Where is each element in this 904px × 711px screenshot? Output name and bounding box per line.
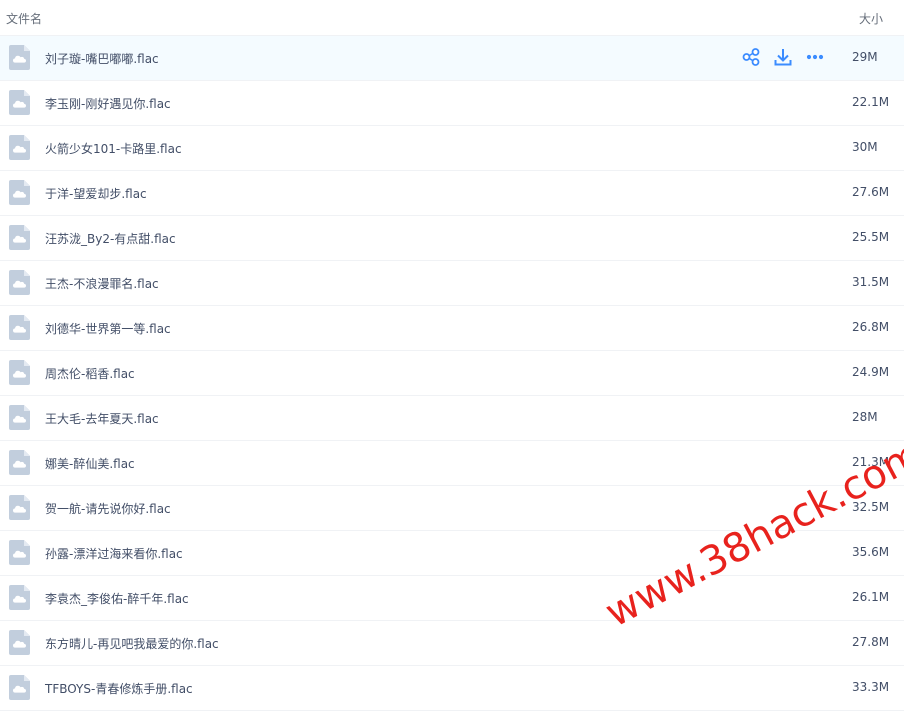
file-cloud-icon xyxy=(9,225,30,250)
file-cloud-icon xyxy=(9,675,30,700)
file-row[interactable]: 李袁杰_李俊佑-醉千年.flac 26.1M xyxy=(0,576,904,621)
file-name[interactable]: 于洋-望爱却步.flac xyxy=(45,185,147,202)
file-row[interactable]: 周杰伦-稻香.flac 24.9M xyxy=(0,351,904,396)
file-cloud-icon xyxy=(9,585,30,610)
file-name[interactable]: 火箭少女101-卡路里.flac xyxy=(45,140,182,157)
file-size: 24.9M xyxy=(852,365,890,379)
file-name[interactable]: 汪苏泷_By2-有点甜.flac xyxy=(45,230,176,247)
file-row[interactable]: 刘德华-世界第一等.flac 26.8M xyxy=(0,306,904,351)
file-row[interactable]: 孙露-漂洋过海来看你.flac 35.6M xyxy=(0,531,904,576)
file-name[interactable]: 娜美-醉仙美.flac xyxy=(45,455,135,472)
file-name[interactable]: 东方晴儿-再见吧我最爱的你.flac xyxy=(45,635,219,652)
file-cloud-icon xyxy=(9,540,30,565)
file-size: 28M xyxy=(852,410,878,424)
file-cloud-icon xyxy=(9,180,30,205)
file-cloud-icon xyxy=(9,315,30,340)
file-size: 35.6M xyxy=(852,545,890,559)
file-name[interactable]: 李袁杰_李俊佑-醉千年.flac xyxy=(45,590,189,607)
file-name[interactable]: 孙露-漂洋过海来看你.flac xyxy=(45,545,183,562)
file-cloud-icon xyxy=(9,135,30,160)
file-size: 29M xyxy=(852,50,878,64)
file-size: 25.5M xyxy=(852,230,890,244)
file-row[interactable]: 汪苏泷_By2-有点甜.flac 25.5M xyxy=(0,216,904,261)
file-cloud-icon xyxy=(9,90,30,115)
download-icon[interactable] xyxy=(772,46,794,68)
file-row[interactable]: 东方晴儿-再见吧我最爱的你.flac 27.8M xyxy=(0,621,904,666)
file-row[interactable]: 于洋-望爱却步.flac 27.6M xyxy=(0,171,904,216)
file-size: 27.6M xyxy=(852,185,890,199)
file-size: 30M xyxy=(852,140,878,154)
file-cloud-icon xyxy=(9,45,30,70)
file-row[interactable]: 李玉刚-刚好遇见你.flac 22.1M xyxy=(0,81,904,126)
more-icon[interactable] xyxy=(804,46,826,68)
column-header-size[interactable]: 大小 xyxy=(859,10,883,27)
file-size: 27.8M xyxy=(852,635,890,649)
file-name[interactable]: 王杰-不浪漫罪名.flac xyxy=(45,275,159,292)
file-name[interactable]: 王大毛-去年夏天.flac xyxy=(45,410,159,427)
file-cloud-icon xyxy=(9,405,30,430)
file-list: 刘子璇-嘴巴嘟嘟.flac 29M 李玉刚-刚好遇见你.flac 22.1M 火箭少女1… xyxy=(0,36,904,711)
file-cloud-icon xyxy=(9,630,30,655)
file-cloud-icon xyxy=(9,360,30,385)
file-row[interactable]: TFBOYS-青春修炼手册.flac 33.3M xyxy=(0,666,904,711)
file-size: 26.8M xyxy=(852,320,890,334)
file-name[interactable]: 刘德华-世界第一等.flac xyxy=(45,320,171,337)
file-name[interactable]: 刘子璇-嘴巴嘟嘟.flac xyxy=(45,50,159,67)
file-name[interactable]: 周杰伦-稻香.flac xyxy=(45,365,135,382)
file-size: 26.1M xyxy=(852,590,890,604)
file-cloud-icon xyxy=(9,495,30,520)
file-name[interactable]: 贺一航-请先说你好.flac xyxy=(45,500,171,517)
file-row[interactable]: 王大毛-去年夏天.flac 28M xyxy=(0,396,904,441)
file-row[interactable]: 刘子璇-嘴巴嘟嘟.flac 29M xyxy=(0,36,904,81)
file-size: 21.3M xyxy=(852,455,890,469)
file-name[interactable]: TFBOYS-青春修炼手册.flac xyxy=(45,680,193,697)
file-size: 22.1M xyxy=(852,95,890,109)
file-cloud-icon xyxy=(9,450,30,475)
file-row[interactable]: 娜美-醉仙美.flac 21.3M xyxy=(0,441,904,486)
file-cloud-icon xyxy=(9,270,30,295)
share-icon[interactable] xyxy=(740,46,762,68)
file-row[interactable]: 贺一航-请先说你好.flac 32.5M xyxy=(0,486,904,531)
file-size: 32.5M xyxy=(852,500,890,514)
file-size: 31.5M xyxy=(852,275,890,289)
file-row[interactable]: 火箭少女101-卡路里.flac 30M xyxy=(0,126,904,171)
file-list-header: 文件名 大小 xyxy=(0,0,904,36)
column-header-name[interactable]: 文件名 xyxy=(6,10,42,27)
file-row[interactable]: 王杰-不浪漫罪名.flac 31.5M xyxy=(0,261,904,306)
file-size: 33.3M xyxy=(852,680,890,694)
file-name[interactable]: 李玉刚-刚好遇见你.flac xyxy=(45,95,171,112)
